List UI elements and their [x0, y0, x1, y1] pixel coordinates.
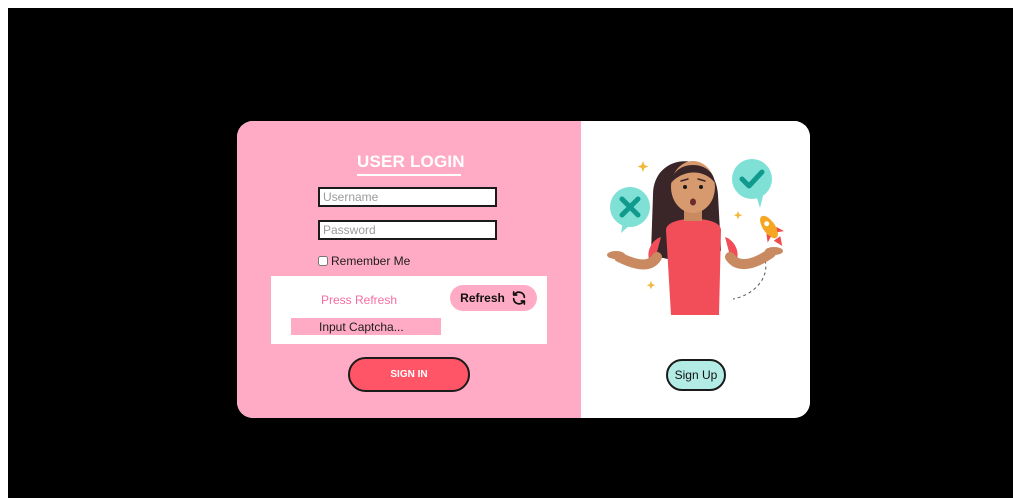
- remember-me[interactable]: Remember Me: [318, 253, 410, 269]
- refresh-label: Refresh: [460, 291, 505, 305]
- login-panel: USER LOGIN Remember Me Press Refresh Ref…: [237, 121, 581, 418]
- girl-choice-illustration: [607, 159, 785, 315]
- page-background: USER LOGIN Remember Me Press Refresh Ref…: [8, 8, 1013, 498]
- sign-in-button[interactable]: SIGN IN: [348, 357, 470, 392]
- remember-checkbox[interactable]: [318, 256, 328, 266]
- captcha-text: Press Refresh: [321, 293, 398, 307]
- username-input[interactable]: [318, 187, 497, 207]
- password-input[interactable]: [318, 220, 497, 240]
- rocket-icon: [760, 215, 785, 246]
- login-card: USER LOGIN Remember Me Press Refresh Ref…: [237, 121, 810, 418]
- remember-label: Remember Me: [331, 254, 411, 268]
- cross-bubble-icon: [610, 187, 650, 233]
- captcha-box: Press Refresh Refresh: [271, 276, 547, 344]
- login-title: USER LOGIN: [357, 152, 465, 176]
- refresh-button[interactable]: Refresh: [450, 285, 537, 311]
- captcha-input[interactable]: [291, 318, 441, 335]
- signup-panel: Sign Up: [581, 121, 810, 418]
- sign-up-button[interactable]: Sign Up: [666, 359, 726, 391]
- check-bubble-icon: [732, 159, 772, 208]
- refresh-icon: [512, 291, 526, 305]
